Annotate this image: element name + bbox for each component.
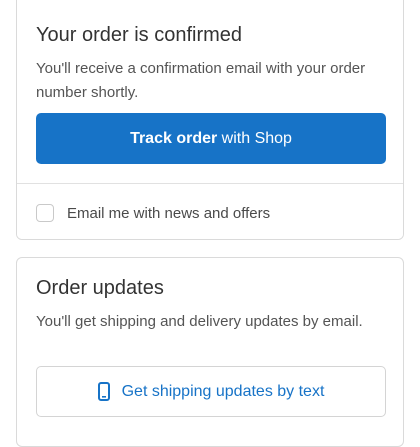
sms-updates-button[interactable]: Get shipping updates by text: [36, 366, 386, 417]
newsletter-label[interactable]: Email me with news and offers: [67, 205, 270, 222]
order-confirmed-description: You'll receive a confirmation email with…: [36, 60, 366, 101]
phone-icon: [97, 382, 110, 401]
order-updates-title: Order updates: [36, 277, 164, 299]
order-confirmed-card: Your order is confirmed You'll receive a…: [16, 0, 404, 240]
track-order-button-bold-label: Track order: [130, 129, 218, 147]
order-updates-card: Order updates You'll get shipping and de…: [16, 257, 404, 447]
newsletter-row: Email me with news and offers: [17, 183, 403, 239]
order-updates-description: You'll get shipping and delivery updates…: [36, 313, 363, 330]
newsletter-checkbox[interactable]: [36, 204, 54, 222]
track-order-button[interactable]: Track order with Shop: [36, 113, 386, 164]
track-order-button-label: with Shop: [221, 129, 292, 147]
sms-updates-button-label: Get shipping updates by text: [121, 382, 325, 400]
order-confirmed-title: Your order is confirmed: [36, 24, 243, 46]
